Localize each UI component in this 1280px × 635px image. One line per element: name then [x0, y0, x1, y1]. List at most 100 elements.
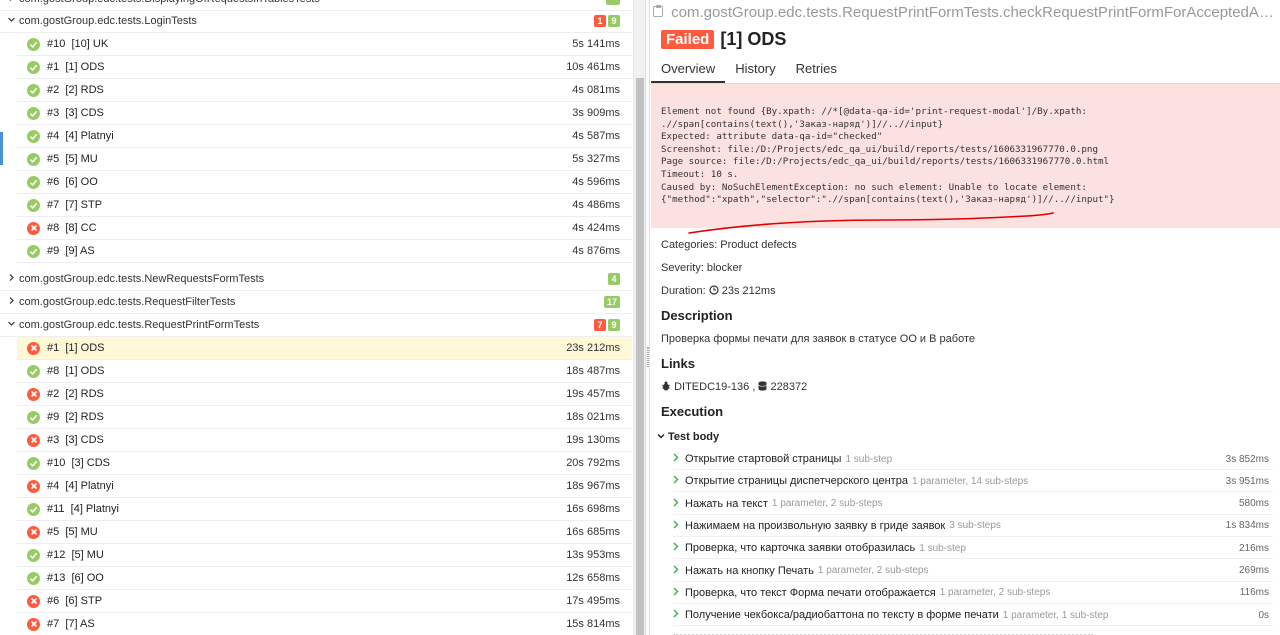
test-name: #2 [2] RDS [47, 84, 104, 96]
bug-icon [661, 381, 671, 393]
tab-history[interactable]: History [725, 57, 785, 83]
execution-step[interactable]: Получение чекбокса/радиобаттона по текст… [673, 604, 1271, 626]
error-message: Element not found {By.xpath: //*[@data-q… [651, 84, 1280, 228]
chevron-right-icon [673, 475, 679, 487]
test-group-row[interactable]: com.gostGroup.edc.tests.RequestFilterTes… [0, 291, 632, 314]
chevron-right-icon [673, 520, 679, 532]
test-row[interactable]: #5 [5] MU 16s 685ms [17, 521, 632, 544]
test-name: #2 [2] RDS [47, 388, 104, 400]
test-duration: 5s 141ms [572, 38, 620, 50]
test-duration: 4s 081ms [572, 84, 620, 96]
chevron-down-icon [7, 319, 19, 331]
check-circle-icon [27, 37, 40, 51]
test-duration: 18s 487ms [566, 365, 620, 377]
step-name: Проверка, что карточка заявки отобразила… [685, 542, 916, 555]
test-group-name: com.gostGroup.edc.tests.LoginTests [19, 15, 197, 27]
execution-step[interactable]: Проверка, что карточка заявки отобразила… [673, 537, 1271, 559]
test-row[interactable]: #5 [5] MU 5s 327ms [17, 148, 632, 171]
test-duration: 10s 461ms [566, 61, 620, 73]
test-row[interactable]: #10 [10] UK 5s 141ms [17, 33, 632, 56]
links-line: DITEDC19-136 , 228372 [661, 381, 807, 393]
test-row[interactable]: #8 [1] ODS 18s 487ms [17, 360, 632, 383]
links-heading: Links [661, 356, 695, 371]
link-issue[interactable]: DITEDC19-136 [674, 381, 749, 393]
passed-count-badge [606, 0, 620, 5]
test-name: #10 [10] UK [47, 38, 109, 50]
error-circle-icon [27, 341, 40, 355]
test-row[interactable]: #4 [4] Platnyi 18s 967ms [17, 475, 632, 498]
test-row[interactable]: #8 [8] CC 4s 424ms [17, 217, 632, 240]
test-group-row[interactable]: com.gostGroup.edc.tests.LoginTests 1 9 [0, 10, 632, 33]
test-body-toggle[interactable]: Test body [657, 431, 719, 443]
check-circle-icon [27, 106, 40, 120]
test-row[interactable]: #11 [4] Platnyi 16s 698ms [17, 498, 632, 521]
check-circle-icon [27, 152, 40, 166]
step-duration: 269ms [1238, 565, 1269, 576]
test-row[interactable]: #6 [6] STP 17s 495ms [17, 590, 632, 613]
step-name: Получение чекбокса/радиобаттона по текст… [685, 609, 999, 622]
step-meta: 1 sub-step [919, 542, 966, 554]
test-row[interactable]: #7 [7] STP 4s 486ms [17, 194, 632, 217]
test-row[interactable]: #3 [3] CDS 19s 130ms [17, 429, 632, 452]
passed-count-badge: 17 [603, 296, 620, 308]
test-row[interactable]: #10 [3] CDS 20s 792ms [17, 452, 632, 475]
pane-splitter[interactable] [645, 0, 650, 635]
check-circle-icon [27, 410, 40, 424]
check-circle-icon [27, 571, 40, 585]
passed-count-badge: 4 [608, 273, 620, 285]
test-row[interactable]: #1 [1] ODS 10s 461ms [17, 56, 632, 79]
step-duration: 116ms [1239, 587, 1269, 599]
error-circle-icon [27, 433, 40, 447]
test-row[interactable]: #7 [7] AS 15s 814ms [17, 613, 632, 635]
test-group-row[interactable]: com.gostGroup.edc.tests.NewRequestsFormT… [0, 268, 632, 291]
step-name: Нажать на кнопку Печать [685, 564, 814, 577]
test-name: #7 [7] STP [47, 199, 103, 211]
test-row[interactable]: #9 [2] RDS 18s 021ms [17, 406, 632, 429]
execution-step[interactable]: Нажать на текст 1 parameter, 2 sub-steps 5… [673, 493, 1271, 515]
test-row[interactable]: #9 [9] AS 4s 876ms [17, 240, 632, 263]
execution-step[interactable]: Нажимаем на произвольную заявку в гриде … [673, 515, 1271, 537]
test-name: #5 [5] MU [47, 153, 98, 165]
tab-retries[interactable]: Retries [786, 57, 847, 83]
step-name: Нажимаем на произвольную заявку в гриде … [685, 519, 946, 532]
test-row[interactable]: #4 [4] Platnyi 4s 587ms [17, 125, 632, 148]
chevron-right-icon [673, 587, 679, 599]
test-name: #3 [3] CDS [47, 434, 104, 446]
execution-step[interactable]: Проверка, что текст Форма печати отображ… [673, 582, 1271, 604]
group-badges: 4 [608, 273, 620, 285]
pin-icon[interactable] [653, 4, 668, 21]
test-row[interactable]: #13 [6] OO 12s 658ms [17, 567, 632, 590]
step-name: Проверка, что текст Форма печати отображ… [685, 586, 936, 599]
execution-step[interactable]: Открытие стартовой страницы 1 sub-step 3s … [673, 448, 1271, 470]
check-circle-icon [27, 244, 40, 258]
duration-line: Duration: 23s 212ms [661, 285, 776, 297]
group-badges [606, 0, 620, 5]
error-circle-icon [27, 525, 40, 539]
test-duration: 19s 457ms [566, 388, 620, 400]
test-body-label: Test body [668, 431, 720, 443]
execution-step[interactable]: Открытие страницы диспетчерского центра 1… [673, 470, 1271, 492]
step-meta: 1 parameter, 2 sub-steps [939, 587, 1051, 599]
test-row[interactable]: #6 [6] OO 4s 596ms [17, 171, 632, 194]
execution-step[interactable]: Нажать на кнопку Печать 1 parameter, 2 su… [673, 560, 1271, 582]
tab-overview[interactable]: Overview [651, 57, 726, 83]
chevron-down-icon [657, 431, 665, 443]
tree-scrollbar-thumb[interactable] [636, 78, 644, 635]
test-duration: 12s 658ms [566, 572, 620, 584]
tree-scrollbar[interactable] [633, 0, 645, 635]
red-annotation-underline [688, 212, 1054, 234]
splitter-grip-icon[interactable] [647, 347, 649, 367]
test-row[interactable]: #3 [3] CDS 3s 909ms [17, 102, 632, 125]
chevron-right-icon [673, 609, 679, 621]
link-tms[interactable]: 228372 [771, 381, 808, 393]
group-badges: 79 [594, 319, 620, 331]
test-duration: 17s 495ms [566, 595, 620, 607]
test-row[interactable]: #2 [2] RDS 4s 081ms [17, 79, 632, 102]
test-row[interactable]: #1 [1] ODS 23s 212ms [17, 337, 632, 360]
test-duration: 19s 130ms [566, 434, 620, 446]
test-group-row[interactable]: com.gostGroup.edc.tests.RequestPrintForm… [0, 314, 632, 337]
allure-report: com.gostGroup.edc.tests.DisplayingOfRequ… [0, 0, 1280, 635]
test-row[interactable]: #2 [2] RDS 19s 457ms [17, 383, 632, 406]
test-row[interactable]: #12 [5] MU 13s 953ms [17, 544, 632, 567]
error-circle-icon [27, 387, 40, 401]
